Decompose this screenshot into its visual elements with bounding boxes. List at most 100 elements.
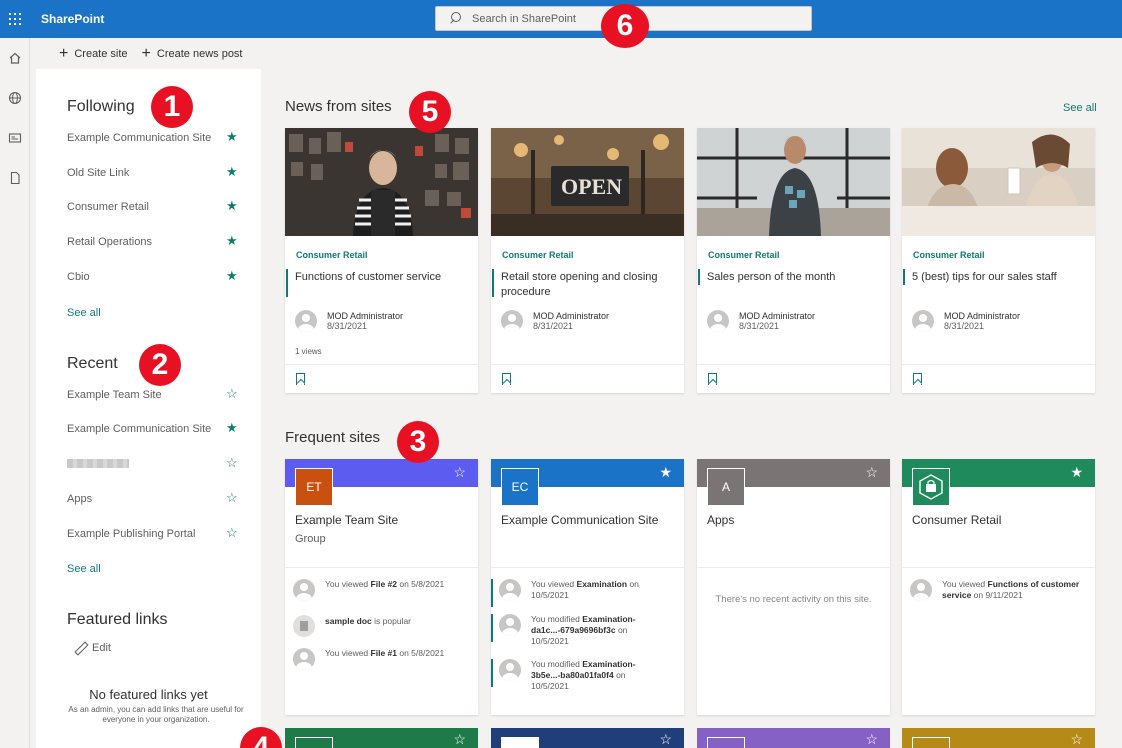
- activity-item[interactable]: You viewed Functions of customer service…: [910, 579, 1090, 601]
- edit-featured-button[interactable]: Edit: [74, 642, 111, 654]
- author-name: MOD Administrator: [739, 311, 816, 321]
- news-accent-bar: [286, 269, 288, 297]
- site-card[interactable]: ☆ ET Example Team Site Group You viewed …: [285, 459, 478, 715]
- avatar: [912, 310, 934, 332]
- news-site-label[interactable]: Consumer Retail: [296, 250, 368, 260]
- star-outline-icon[interactable]: ☆: [1070, 732, 1083, 746]
- star-outline-icon[interactable]: ☆: [865, 732, 878, 746]
- news-site-label[interactable]: Consumer Retail: [502, 250, 574, 260]
- activity-suffix: on 9/11/2021: [971, 590, 1023, 600]
- site-card[interactable]: ☆: [697, 728, 890, 748]
- document-icon[interactable]: [0, 158, 30, 198]
- following-item[interactable]: Example Communication Site: [67, 132, 247, 144]
- news-image: [902, 128, 1095, 236]
- create-news-button[interactable]: + Create news post: [142, 45, 243, 62]
- create-site-button[interactable]: + Create site: [59, 44, 128, 62]
- site-card[interactable]: ☆: [491, 728, 684, 748]
- star-filled-icon[interactable]: ★: [226, 269, 238, 282]
- recent-title: Recent: [67, 355, 118, 372]
- activity-suffix: on 5/8/2021: [397, 648, 445, 658]
- news-card[interactable]: Consumer Retail Sales person of the mont…: [697, 128, 890, 393]
- activity-item[interactable]: You viewed Examination on 10/5/2021: [491, 579, 679, 607]
- news-see-all-link[interactable]: See all: [1063, 102, 1097, 114]
- star-filled-icon[interactable]: ★: [226, 234, 238, 247]
- star-outline-icon[interactable]: ☆: [865, 465, 878, 479]
- app-launcher-icon[interactable]: [0, 0, 30, 38]
- star-filled-icon[interactable]: ★: [226, 165, 238, 178]
- star-filled-icon[interactable]: ★: [226, 199, 238, 212]
- star-outline-icon[interactable]: ☆: [226, 526, 238, 539]
- news-title[interactable]: Functions of customer service: [295, 270, 470, 285]
- avatar: [295, 310, 317, 332]
- divider: [697, 364, 890, 365]
- globe-icon[interactable]: [0, 78, 30, 118]
- callout-badge: 6: [601, 4, 649, 48]
- recent-item[interactable]: Apps: [67, 493, 247, 505]
- site-card[interactable]: ☆: [285, 728, 478, 748]
- recent-see-all-link[interactable]: See all: [67, 563, 101, 575]
- news-title[interactable]: 5 (best) tips for our sales staff: [912, 270, 1087, 285]
- left-panel: Following Example Communication Site ★ O…: [36, 69, 261, 748]
- avatar: [501, 310, 523, 332]
- star-outline-icon[interactable]: ☆: [453, 465, 466, 479]
- site-card[interactable]: ★ EC Example Communication Site You view…: [491, 459, 684, 715]
- site-logo-shopping-bag-icon: [912, 468, 950, 506]
- activity-item[interactable]: You modified Examination-3b5e...-ba80a01…: [491, 659, 679, 692]
- news-site-label[interactable]: Consumer Retail: [913, 250, 985, 260]
- news-card[interactable]: Consumer Retail 5 (best) tips for our sa…: [902, 128, 1095, 393]
- star-outline-icon[interactable]: ☆: [659, 732, 672, 746]
- recent-item[interactable]: Example Communication Site: [67, 423, 247, 435]
- site-card[interactable]: ★ Consumer Retail You viewed Functions o…: [902, 459, 1095, 715]
- site-name[interactable]: Example Communication Site: [501, 513, 658, 527]
- command-bar: + Create site + Create news post: [30, 38, 1122, 69]
- star-outline-icon[interactable]: ☆: [226, 387, 238, 400]
- star-outline-icon[interactable]: ☆: [453, 732, 466, 746]
- following-see-all-link[interactable]: See all: [67, 307, 101, 319]
- site-name[interactable]: Apps: [707, 513, 734, 527]
- news-date: 8/31/2021: [944, 321, 985, 331]
- site-logo: [501, 737, 539, 748]
- activity-item[interactable]: sample doc is popular: [293, 615, 473, 637]
- no-featured-description: As an admin, you can add links that are …: [68, 705, 244, 724]
- star-outline-icon[interactable]: ☆: [226, 491, 238, 504]
- star-filled-icon[interactable]: ★: [226, 421, 238, 434]
- avatar: [499, 659, 521, 681]
- site-card[interactable]: ☆ A Apps There's no recent activity on t…: [697, 459, 890, 715]
- recent-item[interactable]: Example Team Site: [67, 389, 247, 401]
- following-item[interactable]: Old Site Link: [67, 167, 247, 179]
- plus-icon: +: [59, 44, 69, 62]
- blurred-site-name[interactable]: [67, 459, 129, 468]
- activity-item[interactable]: You viewed File #2 on 5/8/2021: [293, 579, 473, 601]
- site-card[interactable]: ☆: [902, 728, 1095, 748]
- brand-name[interactable]: SharePoint: [41, 12, 104, 26]
- following-item[interactable]: Cbio: [67, 271, 247, 283]
- star-filled-icon[interactable]: ★: [226, 130, 238, 143]
- site-name[interactable]: Consumer Retail: [912, 513, 1001, 527]
- following-item[interactable]: Consumer Retail: [67, 201, 247, 213]
- site-logo: [912, 737, 950, 748]
- activity-item[interactable]: You viewed File #1 on 5/8/2021: [293, 648, 473, 670]
- site-name[interactable]: Example Team Site: [295, 513, 398, 527]
- activity-file: Examination: [576, 579, 628, 589]
- activity-prefix: You viewed: [325, 648, 371, 658]
- recent-item[interactable]: Example Publishing Portal: [67, 528, 247, 540]
- star-filled-icon[interactable]: ★: [1070, 465, 1083, 479]
- news-card[interactable]: Consumer Retail Functions of customer se…: [285, 128, 478, 393]
- bookmark-icon[interactable]: [913, 373, 922, 385]
- create-news-label: Create news post: [156, 47, 243, 60]
- following-item[interactable]: Retail Operations: [67, 236, 247, 248]
- news-title[interactable]: Retail store opening and closing procedu…: [501, 270, 676, 300]
- home-icon[interactable]: [0, 38, 30, 78]
- activity-item[interactable]: You modified Examination-da1c...-679a969…: [491, 614, 679, 647]
- star-outline-icon[interactable]: ☆: [226, 456, 238, 469]
- news-card[interactable]: OPEN Consumer Retail Retail store openin…: [491, 128, 684, 393]
- star-filled-icon[interactable]: ★: [659, 465, 672, 479]
- search-icon: [448, 11, 462, 26]
- news-icon[interactable]: [0, 118, 30, 158]
- bookmark-icon[interactable]: [296, 373, 305, 385]
- news-date: 8/31/2021: [739, 321, 780, 331]
- news-site-label[interactable]: Consumer Retail: [708, 250, 780, 260]
- bookmark-icon[interactable]: [502, 373, 511, 385]
- news-title[interactable]: Sales person of the month: [707, 270, 882, 285]
- bookmark-icon[interactable]: [708, 373, 717, 385]
